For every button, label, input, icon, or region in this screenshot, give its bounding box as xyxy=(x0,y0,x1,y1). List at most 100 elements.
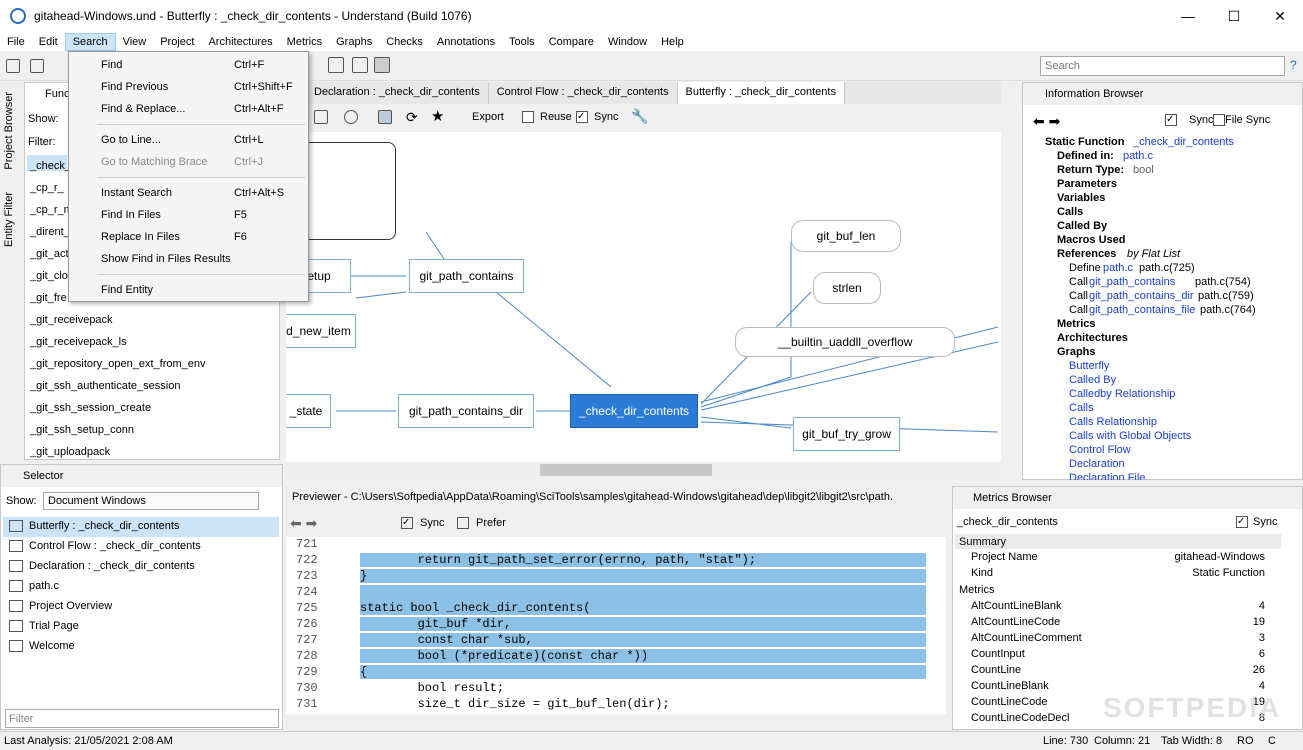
ref-entity[interactable]: git_path_contains_file xyxy=(1089,304,1195,316)
help-icon[interactable]: ? xyxy=(1290,58,1297,72)
menu-compare[interactable]: Compare xyxy=(542,34,601,50)
menu-item-show-results[interactable]: Show Find in Files Results xyxy=(101,253,231,265)
graph-link[interactable]: Declaration File xyxy=(1069,472,1145,480)
section-architectures[interactable]: Architectures xyxy=(1057,332,1128,344)
list-item[interactable]: _check_ xyxy=(30,160,71,172)
menu-item-go-to-line[interactable]: Go to Line... Ctrl+L xyxy=(101,134,264,146)
menu-annotations[interactable]: Annotations xyxy=(430,34,502,50)
graph-node-selected[interactable]: _check_dir_contents xyxy=(570,394,698,428)
graph-link[interactable]: Calls Relationship xyxy=(1069,416,1157,428)
list-item[interactable]: _cp_r_ xyxy=(30,182,64,194)
tab-project-browser[interactable]: Project Browser xyxy=(3,92,15,170)
selector-item[interactable]: Control Flow : _check_dir_contents xyxy=(9,540,201,552)
menu-file[interactable]: File xyxy=(0,34,32,50)
menu-item-find-in-files[interactable]: Find In Files F5 xyxy=(101,209,247,221)
butterfly-graph[interactable]: setup git_path_contains d_new_item _stat… xyxy=(286,132,1001,462)
prefer-checkbox[interactable] xyxy=(457,517,469,529)
section-graphs[interactable]: Graphs xyxy=(1057,346,1096,358)
list-item[interactable]: _dirent_ xyxy=(30,226,70,238)
static-function-link[interactable]: _check_dir_contents xyxy=(1133,136,1234,148)
close-button[interactable]: ✕ xyxy=(1257,0,1303,32)
graph-node[interactable]: git_buf_try_grow xyxy=(793,417,900,451)
export-button[interactable]: Export xyxy=(472,111,504,123)
graph-node[interactable]: git_buf_len xyxy=(791,220,901,252)
selector-item[interactable]: Declaration : _check_dir_contents xyxy=(9,560,195,572)
tab-entity-filter[interactable]: Entity Filter xyxy=(3,192,15,247)
section-calls[interactable]: Calls xyxy=(1057,206,1083,218)
selector-filter-input[interactable]: Filter xyxy=(5,709,279,728)
defined-in-link[interactable]: path.c xyxy=(1123,150,1153,162)
graph-node[interactable]: __builtin_uaddll_overflow xyxy=(735,327,955,357)
layout-single-icon[interactable] xyxy=(374,57,390,73)
file-sync-checkbox[interactable] xyxy=(1213,114,1225,126)
minimize-button[interactable]: — xyxy=(1165,0,1211,32)
maximize-button[interactable]: ☐ xyxy=(1211,0,1257,32)
graph-link[interactable]: Calls xyxy=(1069,402,1093,414)
new-icon[interactable] xyxy=(6,59,20,73)
back-icon[interactable]: ⬅ ➡ xyxy=(1033,113,1060,130)
menu-item-find-entity[interactable]: Find Entity xyxy=(101,284,153,296)
menu-item-find-replace[interactable]: Find & Replace... Ctrl+Alt+F xyxy=(101,103,284,115)
tab-control-flow[interactable]: Control Flow : _check_dir_contents xyxy=(489,82,678,104)
graph-node[interactable]: _state xyxy=(286,394,331,428)
graph-node[interactable]: strlen xyxy=(813,272,881,304)
reuse-checkbox[interactable] xyxy=(522,111,534,123)
graph-hscrollbar[interactable] xyxy=(286,462,1001,478)
layout-columns-icon[interactable] xyxy=(352,57,368,73)
list-item[interactable]: _git_ssh_session_create xyxy=(30,402,151,414)
ref-entity[interactable]: path.c xyxy=(1103,262,1133,274)
search-input[interactable]: Search xyxy=(1040,56,1285,76)
graph-link[interactable]: Calledby Relationship xyxy=(1069,388,1175,400)
menu-search[interactable]: Search xyxy=(64,32,116,51)
sync-checkbox[interactable]: ✓ xyxy=(576,111,588,123)
graph-link[interactable]: Control Flow xyxy=(1069,444,1131,456)
section-metrics[interactable]: Metrics xyxy=(1057,318,1096,330)
graph-node[interactable]: d_new_item xyxy=(286,314,356,348)
graph-link[interactable]: Butterfly xyxy=(1069,360,1109,372)
menu-view[interactable]: View xyxy=(116,34,154,50)
section-called-by[interactable]: Called By xyxy=(1057,220,1107,232)
menu-graphs[interactable]: Graphs xyxy=(329,34,379,50)
menu-item-find[interactable]: Find Ctrl+F xyxy=(101,59,264,71)
menu-item-replace-in-files[interactable]: Replace In Files F6 xyxy=(101,231,247,243)
graph-node[interactable]: git_path_contains xyxy=(409,259,524,293)
ref-location[interactable]: path.c(725) xyxy=(1139,262,1195,274)
show-select[interactable]: Document Windows xyxy=(43,492,259,510)
previewer-sync-checkbox[interactable]: ✓ xyxy=(401,517,413,529)
graph-link[interactable]: Calls with Global Objects xyxy=(1069,430,1191,442)
section-macros[interactable]: Macros Used xyxy=(1057,234,1125,246)
graph-link[interactable]: Declaration xyxy=(1069,458,1125,470)
list-item[interactable]: _git_ssh_setup_conn xyxy=(30,424,134,436)
list-item[interactable]: _git_fre xyxy=(30,292,67,304)
ref-location[interactable]: path.c(764) xyxy=(1200,304,1256,316)
selector-item[interactable]: Trial Page xyxy=(9,620,79,632)
list-item[interactable]: _git_repository_open_ext_from_env xyxy=(30,358,206,370)
menu-tools[interactable]: Tools xyxy=(502,34,542,50)
book-icon[interactable] xyxy=(30,59,44,73)
map-icon[interactable] xyxy=(378,110,392,124)
section-variables[interactable]: Variables xyxy=(1057,192,1105,204)
menu-checks[interactable]: Checks xyxy=(379,34,430,50)
menu-metrics[interactable]: Metrics xyxy=(280,34,329,50)
tab-declaration[interactable]: Declaration : _check_dir_contents xyxy=(306,82,489,104)
menu-architectures[interactable]: Architectures xyxy=(201,34,279,50)
list-item[interactable]: _git_receivepack_ls xyxy=(30,336,127,348)
nav-arrows-icon[interactable]: ⬅ ➡ xyxy=(290,515,317,532)
code-editor[interactable]: 721 722 return git_path_set_error(errno,… xyxy=(286,537,946,714)
layout-split-icon[interactable] xyxy=(328,57,344,73)
selector-item[interactable]: Project Overview xyxy=(9,600,112,612)
menu-project[interactable]: Project xyxy=(153,34,201,50)
graph-link[interactable]: Called By xyxy=(1069,374,1116,386)
list-item[interactable]: _git_receivepack xyxy=(30,314,113,326)
list-item[interactable]: _git_uploadpack xyxy=(30,446,110,458)
menu-edit[interactable]: Edit xyxy=(32,34,65,50)
references-label[interactable]: References xyxy=(1057,248,1116,260)
ref-entity[interactable]: git_path_contains_dir xyxy=(1089,290,1194,302)
selector-item[interactable]: path.c xyxy=(9,580,59,592)
list-item[interactable]: _git_ssh_authenticate_session xyxy=(30,380,180,392)
metrics-sync-checkbox[interactable]: ✓ xyxy=(1236,516,1248,528)
refresh-icon[interactable]: ⟳ xyxy=(406,109,418,126)
info-sync-checkbox[interactable]: ✓ xyxy=(1165,114,1177,126)
zoom-icon[interactable] xyxy=(344,110,358,124)
selector-item[interactable]: Butterfly : _check_dir_contents xyxy=(9,520,179,532)
